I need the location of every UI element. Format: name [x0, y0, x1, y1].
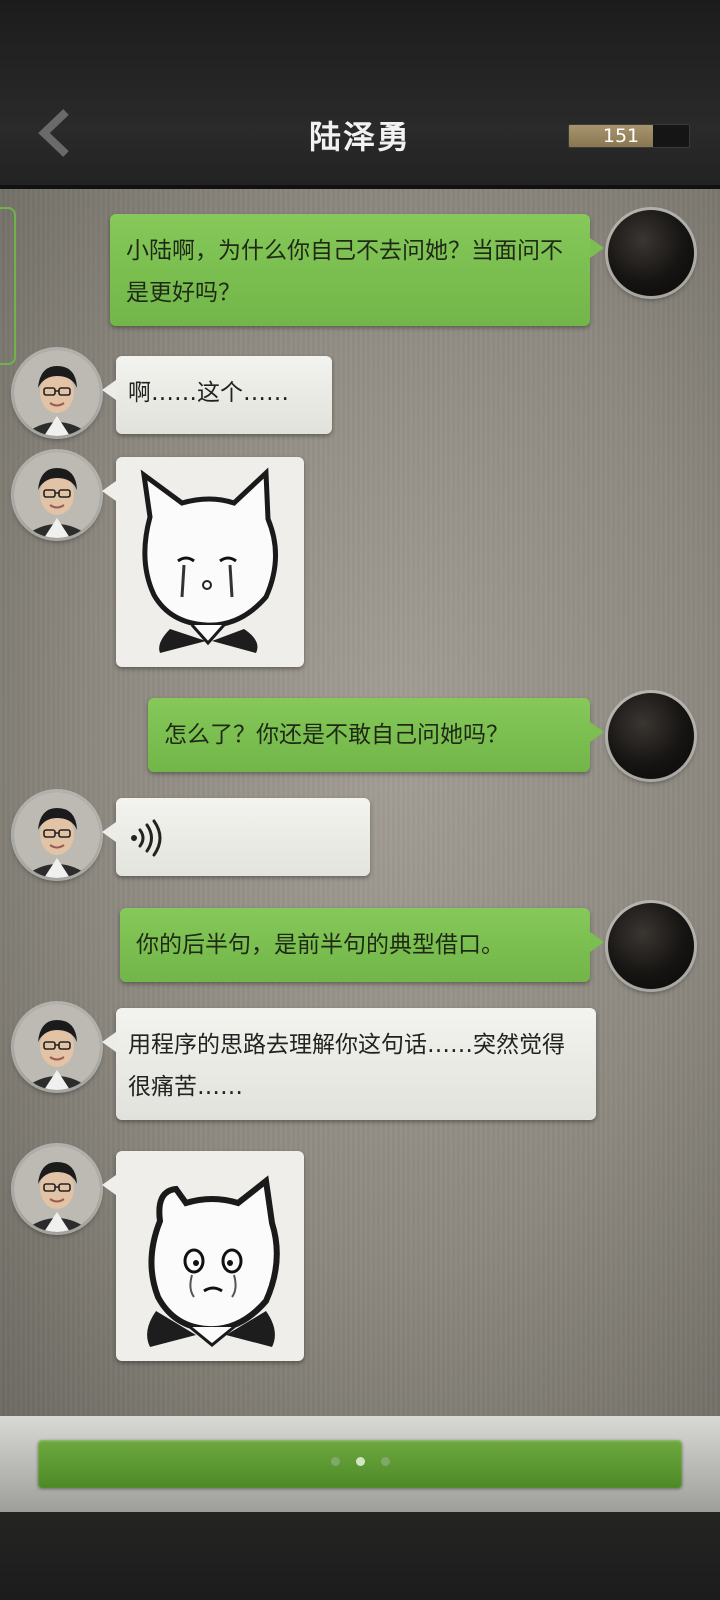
man-portrait-icon	[14, 1146, 100, 1232]
contact-avatar[interactable]	[14, 792, 100, 878]
energy-counter: 151	[568, 124, 690, 148]
chat-area[interactable]: 小陆啊，为什么你自己不去问她？当面问不是更好吗？ 啊……这个…… 怎么了？你还是…	[0, 189, 720, 1416]
sad-cat-icon	[140, 467, 278, 653]
contact-avatar[interactable]	[14, 1004, 100, 1090]
sad-cat-sticker[interactable]	[102, 457, 304, 667]
typing-dot	[380, 1457, 390, 1466]
message-bubble-self: 你的后半句，是前半句的典型借口。	[120, 908, 604, 982]
message-bubble-contact: 啊……这个……	[102, 356, 332, 434]
message-text: 你的后半句，是前半句的典型借口。	[136, 932, 504, 958]
crying-cat-icon	[147, 1175, 280, 1347]
self-avatar[interactable]	[608, 210, 694, 296]
message-text: 啊……这个……	[128, 380, 289, 406]
man-portrait-icon	[14, 350, 100, 436]
reply-options-button[interactable]	[38, 1440, 682, 1488]
message-text: 小陆啊，为什么你自己不去问她？当面问不是更好吗？	[126, 238, 563, 306]
contact-avatar[interactable]	[14, 350, 100, 436]
typing-dot	[330, 1457, 340, 1466]
energy-counter-value: 151	[602, 125, 640, 147]
reply-panel	[0, 1416, 720, 1512]
voice-wave-icon	[131, 819, 162, 857]
top-bar: 陆泽勇 151	[0, 0, 720, 189]
voice-message-bubble[interactable]	[102, 798, 370, 876]
contact-avatar[interactable]	[14, 1146, 100, 1232]
crying-cat-sticker[interactable]	[102, 1151, 304, 1361]
message-text: 怎么了？你还是不敢自己问她吗？	[164, 722, 509, 748]
man-portrait-icon	[14, 452, 100, 538]
message-bubble-contact: 用程序的思路去理解你这句话……突然觉得很痛苦……	[102, 1008, 596, 1120]
self-avatar[interactable]	[608, 693, 694, 779]
bottom-area	[0, 1416, 720, 1600]
self-avatar[interactable]	[608, 903, 694, 989]
typing-indicator-dots	[38, 1457, 682, 1466]
message-bubble-self: 怎么了？你还是不敢自己问她吗？	[148, 698, 604, 772]
message-bubble-self: 小陆啊，为什么你自己不去问她？当面问不是更好吗？	[110, 214, 604, 326]
man-portrait-icon	[14, 792, 100, 878]
typing-dot	[355, 1457, 365, 1466]
message-text: 用程序的思路去理解你这句话……突然觉得很痛苦……	[128, 1032, 565, 1100]
man-portrait-icon	[14, 1004, 100, 1090]
contact-avatar[interactable]	[14, 452, 100, 538]
side-panel-edge[interactable]	[0, 207, 16, 365]
